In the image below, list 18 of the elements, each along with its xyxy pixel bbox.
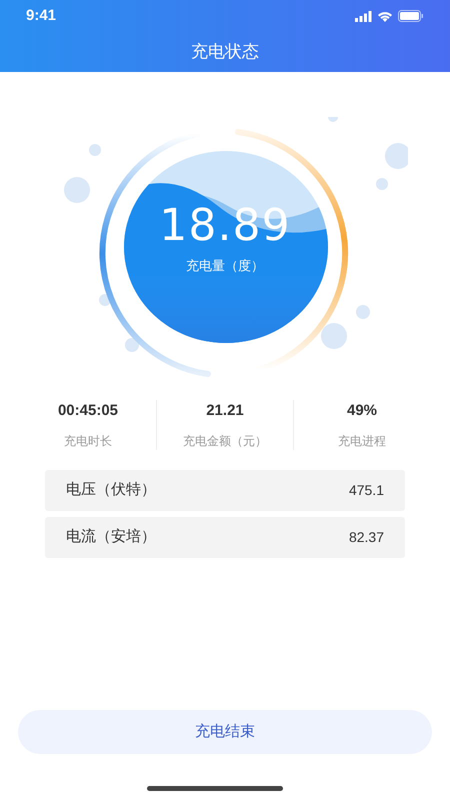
charge-amount: 18.89: [159, 200, 291, 252]
status-time: 9:41: [26, 6, 56, 26]
signal-icon: [355, 10, 372, 22]
stat-value: 00:45:05: [58, 401, 118, 421]
page-title: 充电状态: [191, 41, 259, 64]
reading-value: 82.37: [348, 528, 384, 546]
stat-value: 49%: [346, 401, 378, 421]
reading-value: 475.1: [348, 480, 384, 500]
stat-value: 21.21: [206, 401, 244, 421]
battery-icon: [398, 10, 424, 22]
stat-label: 充电进程: [338, 432, 386, 450]
stat-label: 充电金额（元）: [183, 432, 267, 450]
wifi-icon: [377, 10, 393, 22]
stat-label: 充电时长: [64, 432, 112, 450]
end-charging-button[interactable]: 充电结束: [18, 710, 432, 754]
reading-label: 电流（安培）: [66, 526, 156, 547]
reading-label: 电压（伏特）: [66, 480, 156, 500]
charge-amount-label: 充电量（度）: [186, 257, 264, 275]
